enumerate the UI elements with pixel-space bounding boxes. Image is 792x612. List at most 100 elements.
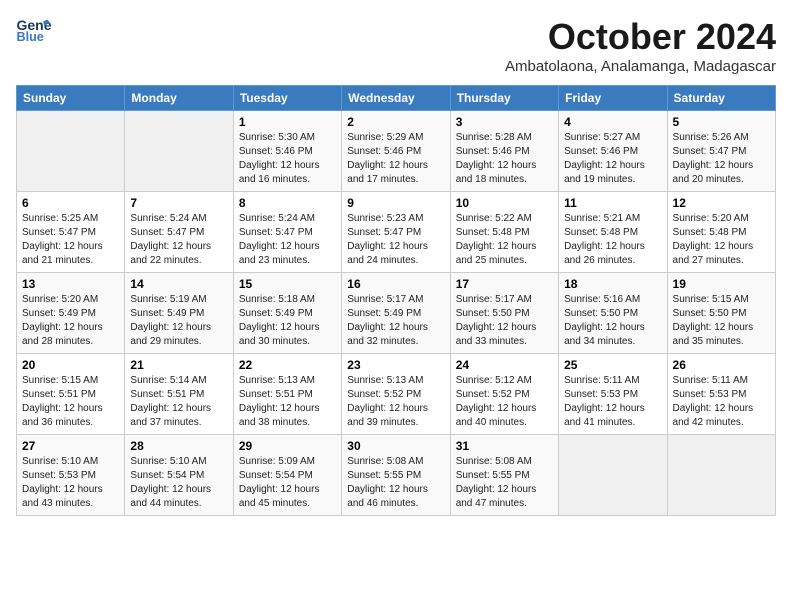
day-number: 2	[347, 115, 444, 129]
col-friday: Friday	[559, 86, 667, 111]
month-title: October 2024	[505, 16, 776, 58]
day-info: Sunrise: 5:11 AMSunset: 5:53 PMDaylight:…	[564, 374, 661, 430]
day-number: 26	[673, 358, 770, 372]
day-number: 16	[347, 277, 444, 291]
col-tuesday: Tuesday	[233, 86, 341, 111]
day-info: Sunrise: 5:17 AMSunset: 5:50 PMDaylight:…	[456, 293, 553, 349]
day-number: 10	[456, 196, 553, 210]
table-row: 21Sunrise: 5:14 AMSunset: 5:51 PMDayligh…	[125, 354, 233, 435]
day-number: 7	[130, 196, 227, 210]
col-wednesday: Wednesday	[342, 86, 450, 111]
col-thursday: Thursday	[450, 86, 558, 111]
day-info: Sunrise: 5:20 AMSunset: 5:48 PMDaylight:…	[673, 212, 770, 268]
table-row: 13 Sunrise: 5:20 AMSunset: 5:49 PMDayligh…	[17, 273, 125, 354]
day-number: 28	[130, 439, 227, 453]
day-info: Sunrise: 5:26 AMSunset: 5:47 PMDaylight:…	[673, 131, 770, 187]
day-info: Sunrise: 5:27 AMSunset: 5:46 PMDaylight:…	[564, 131, 661, 187]
day-number: 13	[22, 277, 119, 291]
table-row: 14 Sunrise: 5:19 AMSunset: 5:49 PMDayligh…	[125, 273, 233, 354]
day-info: Sunrise: 5:15 AMSunset: 5:51 PMDaylight:…	[22, 374, 119, 430]
table-row: 1Sunrise: 5:30 AMSunset: 5:46 PMDaylight…	[233, 111, 341, 192]
day-info: Sunrise: 5:22 AMSunset: 5:48 PMDaylight:…	[456, 212, 553, 268]
page-header: General Blue October 2024 Ambatolaona, A…	[16, 16, 776, 75]
day-info: Sunrise: 5:19 AMSunset: 5:49 PMDaylight:…	[130, 293, 227, 349]
table-row: 23 Sunrise: 5:13 AMSunset: 5:52 PMDayligh…	[342, 354, 450, 435]
day-info: Sunrise: 5:17 AMSunset: 5:49 PMDaylight:…	[347, 293, 444, 349]
calendar-header-row: Sunday Monday Tuesday Wednesday Thursday…	[17, 86, 776, 111]
svg-text:Blue: Blue	[17, 30, 44, 44]
table-row: 27 Sunrise: 5:10 AMSunset: 5:53 PMDayligh…	[17, 435, 125, 516]
table-row: 2 Sunrise: 5:29 AMSunset: 5:46 PMDaylight…	[342, 111, 450, 192]
calendar-week-row: 6 Sunrise: 5:25 AMSunset: 5:47 PMDaylight…	[17, 192, 776, 273]
table-row: 20Sunrise: 5:15 AMSunset: 5:51 PMDayligh…	[17, 354, 125, 435]
day-info: Sunrise: 5:16 AMSunset: 5:50 PMDaylight:…	[564, 293, 661, 349]
day-number: 14	[130, 277, 227, 291]
table-row: 7 Sunrise: 5:24 AMSunset: 5:47 PMDaylight…	[125, 192, 233, 273]
day-number: 24	[456, 358, 553, 372]
day-info: Sunrise: 5:30 AMSunset: 5:46 PMDaylight:…	[239, 131, 336, 187]
day-number: 19	[673, 277, 770, 291]
day-number: 31	[456, 439, 553, 453]
day-info: Sunrise: 5:20 AMSunset: 5:49 PMDaylight:…	[22, 293, 119, 349]
day-info: Sunrise: 5:10 AMSunset: 5:54 PMDaylight:…	[130, 455, 227, 511]
table-row: 16 Sunrise: 5:17 AMSunset: 5:49 PMDayligh…	[342, 273, 450, 354]
day-info: Sunrise: 5:25 AMSunset: 5:47 PMDaylight:…	[22, 212, 119, 268]
day-info: Sunrise: 5:28 AMSunset: 5:46 PMDaylight:…	[456, 131, 553, 187]
table-row: 17Sunrise: 5:17 AMSunset: 5:50 PMDayligh…	[450, 273, 558, 354]
table-row: 24 Sunrise: 5:12 AMSunset: 5:52 PMDayligh…	[450, 354, 558, 435]
day-info: Sunrise: 5:15 AMSunset: 5:50 PMDaylight:…	[673, 293, 770, 349]
day-number: 9	[347, 196, 444, 210]
day-info: Sunrise: 5:14 AMSunset: 5:51 PMDaylight:…	[130, 374, 227, 430]
table-row	[667, 435, 775, 516]
day-info: Sunrise: 5:18 AMSunset: 5:49 PMDaylight:…	[239, 293, 336, 349]
day-number: 15	[239, 277, 336, 291]
day-number: 18	[564, 277, 661, 291]
table-row	[17, 111, 125, 192]
table-row: 5 Sunrise: 5:26 AMSunset: 5:47 PMDaylight…	[667, 111, 775, 192]
table-row: 31 Sunrise: 5:08 AMSunset: 5:55 PMDayligh…	[450, 435, 558, 516]
table-row: 26 Sunrise: 5:11 AMSunset: 5:53 PMDayligh…	[667, 354, 775, 435]
day-number: 4	[564, 115, 661, 129]
day-number: 29	[239, 439, 336, 453]
table-row: 25 Sunrise: 5:11 AMSunset: 5:53 PMDayligh…	[559, 354, 667, 435]
day-info: Sunrise: 5:13 AMSunset: 5:52 PMDaylight:…	[347, 374, 444, 430]
day-number: 3	[456, 115, 553, 129]
day-number: 6	[22, 196, 119, 210]
calendar-table: Sunday Monday Tuesday Wednesday Thursday…	[16, 85, 776, 516]
day-info: Sunrise: 5:11 AMSunset: 5:53 PMDaylight:…	[673, 374, 770, 430]
table-row: 29Sunrise: 5:09 AMSunset: 5:54 PMDayligh…	[233, 435, 341, 516]
day-info: Sunrise: 5:24 AMSunset: 5:47 PMDaylight:…	[130, 212, 227, 268]
table-row: 9Sunrise: 5:23 AMSunset: 5:47 PMDaylight…	[342, 192, 450, 273]
title-section: October 2024 Ambatolaona, Analamanga, Ma…	[505, 16, 776, 75]
day-number: 5	[673, 115, 770, 129]
day-number: 30	[347, 439, 444, 453]
day-info: Sunrise: 5:21 AMSunset: 5:48 PMDaylight:…	[564, 212, 661, 268]
table-row: 4 Sunrise: 5:27 AMSunset: 5:46 PMDaylight…	[559, 111, 667, 192]
day-info: Sunrise: 5:12 AMSunset: 5:52 PMDaylight:…	[456, 374, 553, 430]
day-number: 12	[673, 196, 770, 210]
table-row: 11Sunrise: 5:21 AMSunset: 5:48 PMDayligh…	[559, 192, 667, 273]
table-row: 8Sunrise: 5:24 AMSunset: 5:47 PMDaylight…	[233, 192, 341, 273]
day-info: Sunrise: 5:29 AMSunset: 5:46 PMDaylight:…	[347, 131, 444, 187]
col-sunday: Sunday	[17, 86, 125, 111]
day-number: 22	[239, 358, 336, 372]
table-row: 12 Sunrise: 5:20 AMSunset: 5:48 PMDayligh…	[667, 192, 775, 273]
calendar-week-row: 1Sunrise: 5:30 AMSunset: 5:46 PMDaylight…	[17, 111, 776, 192]
day-number: 25	[564, 358, 661, 372]
table-row: 18 Sunrise: 5:16 AMSunset: 5:50 PMDayligh…	[559, 273, 667, 354]
table-row: 28 Sunrise: 5:10 AMSunset: 5:54 PMDayligh…	[125, 435, 233, 516]
day-info: Sunrise: 5:08 AMSunset: 5:55 PMDaylight:…	[456, 455, 553, 511]
day-number: 27	[22, 439, 119, 453]
table-row: 6 Sunrise: 5:25 AMSunset: 5:47 PMDaylight…	[17, 192, 125, 273]
col-monday: Monday	[125, 86, 233, 111]
table-row: 10 Sunrise: 5:22 AMSunset: 5:48 PMDayligh…	[450, 192, 558, 273]
table-row: 19 Sunrise: 5:15 AMSunset: 5:50 PMDayligh…	[667, 273, 775, 354]
logo-icon: General Blue	[16, 16, 52, 44]
day-info: Sunrise: 5:10 AMSunset: 5:53 PMDaylight:…	[22, 455, 119, 511]
day-info: Sunrise: 5:24 AMSunset: 5:47 PMDaylight:…	[239, 212, 336, 268]
table-row: 15 Sunrise: 5:18 AMSunset: 5:49 PMDayligh…	[233, 273, 341, 354]
logo: General Blue	[16, 16, 52, 44]
location-subtitle: Ambatolaona, Analamanga, Madagascar	[505, 58, 776, 75]
day-number: 23	[347, 358, 444, 372]
table-row	[125, 111, 233, 192]
